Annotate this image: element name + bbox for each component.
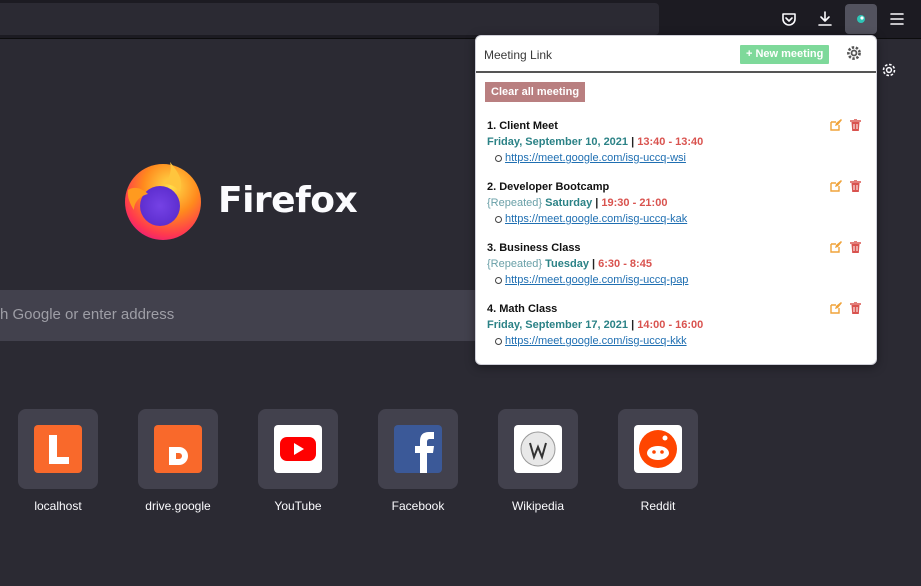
top-site-reddit[interactable]: Reddit xyxy=(618,409,698,513)
firefox-wordmark: Firefox xyxy=(218,180,358,221)
repeated-tag: {Repeated} xyxy=(487,258,543,270)
new-meeting-button[interactable]: + New meeting xyxy=(740,45,830,64)
meeting-link-extension-button[interactable] xyxy=(845,4,877,34)
tile-box xyxy=(498,409,578,489)
tile-box xyxy=(18,409,98,489)
meeting-link-row: https://meet.google.com/isg-uccq-kak xyxy=(487,211,867,227)
tile-box xyxy=(378,409,458,489)
meeting-link[interactable]: https://meet.google.com/isg-uccq-wsi xyxy=(505,152,686,164)
youtube-icon xyxy=(274,425,322,473)
app-menu-button[interactable] xyxy=(881,4,913,34)
separator: | xyxy=(631,319,635,331)
meeting-schedule: {Repeated} Tuesday | 6:30 - 8:45 xyxy=(487,256,867,272)
top-site-youtube[interactable]: YouTube xyxy=(258,409,338,513)
meeting-schedule: Friday, September 17, 2021 | 14:00 - 16:… xyxy=(487,317,867,333)
meeting-schedule: Friday, September 10, 2021 | 13:40 - 13:… xyxy=(487,134,867,150)
tile-label: Reddit xyxy=(640,499,676,513)
drive-google-icon xyxy=(154,425,202,473)
separator: | xyxy=(631,136,635,148)
repeated-tag: {Repeated} xyxy=(487,197,543,209)
popup-settings-button[interactable] xyxy=(846,45,862,66)
top-site-drive-google[interactable]: drive.google xyxy=(138,409,218,513)
edit-icon[interactable] xyxy=(830,302,842,314)
meeting-time: 13:40 - 13:40 xyxy=(637,136,704,148)
meeting-time: 6:30 - 8:45 xyxy=(598,258,652,270)
localhost-icon xyxy=(34,425,82,473)
meeting-link-popup: Meeting Link + New meeting Clear all mee… xyxy=(475,35,877,365)
clear-all-meetings-button[interactable]: Clear all meeting xyxy=(485,82,586,102)
extension-link-icon xyxy=(857,15,865,23)
facebook-icon xyxy=(394,425,442,473)
meeting-item: 2. Developer Bootcamp {Repeated} Saturda… xyxy=(487,179,867,227)
pocket-button[interactable] xyxy=(773,4,805,34)
meeting-link-row: https://meet.google.com/isg-uccq-wsi xyxy=(487,150,867,166)
meeting-day: Saturday xyxy=(545,197,593,209)
meeting-item: 1. Client Meet Friday, September 10, 202… xyxy=(487,118,867,166)
meeting-time: 14:00 - 16:00 xyxy=(637,319,704,331)
tile-label: Wikipedia xyxy=(511,499,565,513)
meeting-actions xyxy=(830,302,861,314)
delete-icon[interactable] xyxy=(850,241,861,253)
delete-icon[interactable] xyxy=(850,302,861,314)
pocket-icon xyxy=(782,13,796,26)
browser-toolbar xyxy=(0,0,921,39)
delete-icon[interactable] xyxy=(850,119,861,131)
gear-icon xyxy=(882,63,896,77)
meeting-item: 4. Math Class Friday, September 17, 2021… xyxy=(487,301,867,349)
separator: | xyxy=(592,258,596,270)
firefox-logo-icon xyxy=(125,162,201,240)
meeting-link[interactable]: https://meet.google.com/isg-uccq-pap xyxy=(505,274,688,286)
meeting-item: 3. Business Class {Repeated} Tuesday | 6… xyxy=(487,240,867,288)
meeting-link-row: https://meet.google.com/isg-uccq-pap xyxy=(487,272,867,288)
reddit-icon xyxy=(634,425,682,473)
meeting-actions xyxy=(830,180,861,192)
meeting-link[interactable]: https://meet.google.com/isg-uccq-kak xyxy=(505,213,687,225)
search-placeholder: h Google or enter address xyxy=(0,306,175,323)
tile-box xyxy=(138,409,218,489)
tile-label: Facebook xyxy=(391,499,445,513)
tile-box xyxy=(618,409,698,489)
url-bar[interactable] xyxy=(0,3,659,35)
meeting-actions xyxy=(830,241,861,253)
top-site-facebook[interactable]: Facebook xyxy=(378,409,458,513)
meeting-schedule: {Repeated} Saturday | 19:30 - 21:00 xyxy=(487,195,867,211)
hamburger-menu-icon xyxy=(890,13,904,25)
meeting-day: Tuesday xyxy=(545,258,589,270)
edit-icon[interactable] xyxy=(830,119,842,131)
gear-icon xyxy=(847,46,861,60)
meeting-day: Friday, September 17, 2021 xyxy=(487,319,629,331)
meeting-time: 19:30 - 21:00 xyxy=(601,197,668,209)
edit-icon[interactable] xyxy=(830,180,842,192)
downloads-button[interactable] xyxy=(809,4,841,34)
meeting-title: 1. Client Meet xyxy=(487,120,558,132)
tile-box xyxy=(258,409,338,489)
newtab-settings-button[interactable] xyxy=(880,61,898,84)
meeting-link[interactable]: https://meet.google.com/isg-uccq-kkk xyxy=(505,335,687,347)
popup-title: Meeting Link xyxy=(484,48,553,62)
edit-icon[interactable] xyxy=(830,241,842,253)
top-site-localhost[interactable]: localhost xyxy=(18,409,98,513)
download-icon xyxy=(818,11,832,26)
meeting-title: 2. Developer Bootcamp xyxy=(487,181,610,193)
firefox-logo xyxy=(122,158,204,247)
tile-label: YouTube xyxy=(274,499,322,513)
meeting-actions xyxy=(830,119,861,131)
tile-label: drive.google xyxy=(145,499,211,513)
popup-header: Meeting Link + New meeting xyxy=(476,36,876,73)
meeting-title: 3. Business Class xyxy=(487,242,581,254)
delete-icon[interactable] xyxy=(850,180,861,192)
meeting-title: 4. Math Class xyxy=(487,303,558,315)
separator: | xyxy=(595,197,599,209)
top-site-wikipedia[interactable]: Wikipedia xyxy=(498,409,578,513)
meeting-day: Friday, September 10, 2021 xyxy=(487,136,629,148)
wikipedia-icon xyxy=(514,425,562,473)
meeting-link-row: https://meet.google.com/isg-uccq-kkk xyxy=(487,333,867,349)
